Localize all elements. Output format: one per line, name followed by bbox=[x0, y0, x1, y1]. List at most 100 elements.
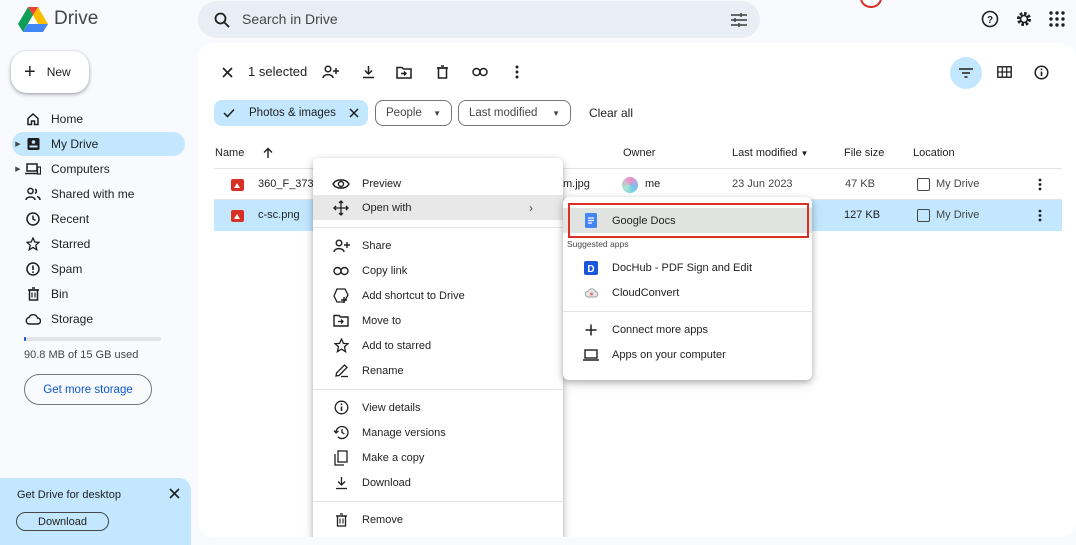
menu-item-rename[interactable]: Rename bbox=[313, 358, 563, 383]
menu-divider bbox=[313, 227, 563, 228]
submenu-divider bbox=[563, 311, 812, 312]
last-modified: 23 Jun 2023 bbox=[732, 178, 793, 190]
new-button[interactable]: + New bbox=[11, 51, 89, 93]
history-icon bbox=[332, 424, 350, 442]
image-file-icon bbox=[231, 210, 244, 222]
submenu-item-label: Connect more apps bbox=[612, 323, 708, 336]
menu-item-share[interactable]: Share bbox=[313, 233, 563, 258]
column-header-owner[interactable]: Owner bbox=[623, 147, 655, 159]
more-vert-icon[interactable] bbox=[507, 62, 527, 82]
highlight-outline bbox=[568, 203, 809, 238]
clear-selection-close-icon[interactable] bbox=[217, 62, 237, 82]
app-title[interactable]: Drive bbox=[54, 8, 98, 30]
grid-view-icon[interactable] bbox=[994, 62, 1014, 82]
caret-down-icon: ▼ bbox=[552, 108, 560, 118]
clear-all-filters-button[interactable]: Clear all bbox=[589, 106, 633, 120]
search-options-icon[interactable] bbox=[729, 10, 749, 30]
submenu-item-label: CloudConvert bbox=[612, 286, 680, 299]
menu-item-move-to[interactable]: Move to bbox=[313, 308, 563, 333]
file-name-tail: m.jpg bbox=[563, 178, 590, 190]
sidebar-item-bin[interactable]: Bin bbox=[12, 282, 185, 306]
download-desktop-button[interactable]: Download bbox=[16, 512, 109, 531]
trash-icon[interactable] bbox=[432, 62, 452, 82]
help-icon[interactable]: ? bbox=[980, 9, 1000, 29]
menu-item-manage-versions[interactable]: Manage versions bbox=[313, 420, 563, 445]
menu-item-label: Add to starred bbox=[362, 339, 432, 352]
drive-logo-icon[interactable] bbox=[18, 5, 48, 33]
sidebar-item-spam[interactable]: Spam bbox=[12, 257, 185, 281]
add-shortcut-icon bbox=[332, 287, 350, 305]
share-person-add-icon[interactable] bbox=[320, 62, 340, 82]
more-vert-icon[interactable] bbox=[1038, 178, 1042, 191]
record-indicator-icon bbox=[860, 0, 882, 8]
menu-item-label: Rename bbox=[362, 364, 404, 377]
chip-label: People bbox=[386, 107, 422, 119]
selection-count: 1 selected bbox=[248, 64, 308, 79]
filter-chip-photos[interactable]: Photos & images bbox=[214, 100, 368, 126]
link-icon[interactable] bbox=[470, 62, 490, 82]
get-more-storage-button[interactable]: Get more storage bbox=[24, 374, 152, 405]
computers-icon bbox=[25, 161, 41, 177]
column-header-file-size[interactable]: File size bbox=[844, 147, 884, 159]
filter-chip-people[interactable]: People ▼ bbox=[375, 100, 452, 126]
search-icon[interactable] bbox=[212, 10, 232, 30]
more-vert-icon[interactable] bbox=[1038, 209, 1042, 222]
column-header-last-modified[interactable]: Last modified ▼ bbox=[732, 147, 808, 159]
menu-item-remove[interactable]: Remove bbox=[313, 507, 563, 532]
sidebar-item-my-drive[interactable]: ▶ My Drive bbox=[12, 132, 185, 156]
sort-arrow-up-icon[interactable] bbox=[258, 143, 278, 163]
sidebar-item-home[interactable]: Home bbox=[12, 107, 185, 131]
cloud-icon bbox=[25, 311, 41, 327]
expand-arrow-icon[interactable]: ▶ bbox=[13, 165, 23, 173]
menu-item-make-a-copy[interactable]: Make a copy bbox=[313, 445, 563, 470]
sidebar-item-recent[interactable]: Recent bbox=[12, 207, 185, 231]
submenu-item-connect-more-apps[interactable]: Connect more apps bbox=[563, 317, 812, 342]
svg-text:D: D bbox=[587, 264, 594, 275]
clock-icon bbox=[25, 211, 41, 227]
menu-item-preview[interactable]: Preview bbox=[313, 171, 563, 196]
info-icon[interactable] bbox=[1031, 62, 1051, 82]
column-header-location[interactable]: Location bbox=[913, 147, 955, 159]
spam-icon bbox=[25, 261, 41, 277]
file-size: 47 KB bbox=[845, 178, 875, 190]
sidebar-item-label: Computers bbox=[51, 162, 110, 176]
remove-filter-close-icon[interactable] bbox=[349, 108, 359, 118]
download-icon[interactable] bbox=[358, 62, 378, 82]
submenu-item-label: Apps on your computer bbox=[612, 348, 726, 361]
menu-item-copy-link[interactable]: Copy link bbox=[313, 258, 563, 283]
caret-down-icon: ▼ bbox=[433, 108, 441, 118]
sidebar-item-label: My Drive bbox=[51, 137, 99, 151]
submenu-item-apps-on-computer[interactable]: Apps on your computer bbox=[563, 342, 812, 367]
apps-grid-icon[interactable] bbox=[1047, 9, 1067, 29]
my-drive-icon bbox=[917, 209, 930, 222]
submenu-item-cloudconvert[interactable]: CloudConvert bbox=[563, 280, 812, 305]
menu-item-open-with[interactable]: Open with › bbox=[313, 195, 563, 220]
sidebar-item-storage[interactable]: Storage bbox=[12, 307, 185, 331]
move-folder-icon[interactable] bbox=[394, 62, 414, 82]
search-input[interactable] bbox=[242, 8, 702, 30]
storage-usage-bar bbox=[24, 337, 161, 341]
column-header-name[interactable]: Name bbox=[215, 147, 244, 159]
menu-item-label: Download bbox=[362, 476, 411, 489]
bottom-edge bbox=[198, 537, 1076, 545]
expand-arrow-icon[interactable]: ▶ bbox=[13, 140, 23, 148]
filter-chip-last-modified[interactable]: Last modified ▼ bbox=[458, 100, 571, 126]
settings-gear-icon[interactable] bbox=[1014, 9, 1034, 29]
sidebar-item-shared[interactable]: Shared with me bbox=[12, 182, 185, 206]
caret-down-icon: ▼ bbox=[800, 149, 809, 158]
sidebar-item-starred[interactable]: Starred bbox=[12, 232, 185, 256]
menu-item-download[interactable]: Download bbox=[313, 470, 563, 495]
sidebar-item-computers[interactable]: ▶ Computers bbox=[12, 157, 185, 181]
owner: me bbox=[645, 178, 661, 190]
submenu-item-dochub[interactable]: D DocHub - PDF Sign and Edit bbox=[563, 255, 812, 280]
menu-item-add-shortcut[interactable]: Add shortcut to Drive bbox=[313, 283, 563, 308]
menu-item-label: Make a copy bbox=[362, 451, 425, 464]
trash-icon bbox=[25, 286, 41, 302]
filter-view-toggle[interactable] bbox=[950, 57, 982, 89]
svg-text:?: ? bbox=[987, 15, 993, 26]
dochub-icon: D bbox=[583, 260, 599, 276]
menu-item-add-to-starred[interactable]: Add to starred bbox=[313, 333, 563, 358]
close-icon[interactable] bbox=[164, 483, 184, 503]
sidebar-item-label: Home bbox=[51, 112, 84, 126]
menu-item-view-details[interactable]: View details bbox=[313, 395, 563, 420]
